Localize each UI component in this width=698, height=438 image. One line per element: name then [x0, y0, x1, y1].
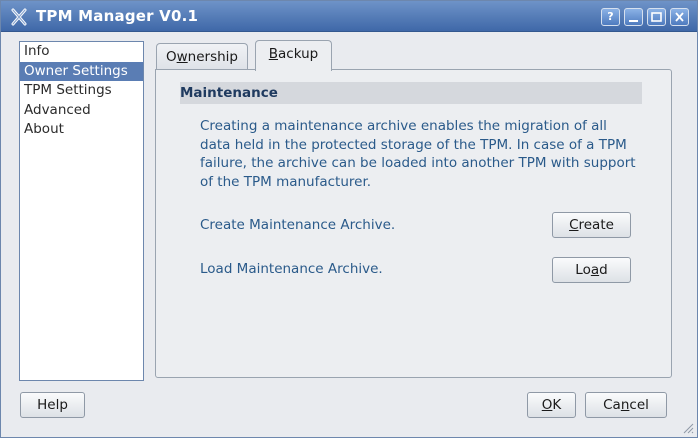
close-icon	[675, 12, 684, 22]
tab-ownership-label-rest: nership	[187, 49, 238, 65]
sidebar-item-about[interactable]: About	[20, 120, 143, 140]
maximize-icon	[651, 12, 662, 22]
cancel-button-label-rest: cel	[629, 397, 649, 413]
cancel-button[interactable]: Cancel	[585, 392, 667, 418]
tab-ownership-label-part: O	[165, 49, 177, 65]
window-title: TPM Manager V0.1	[36, 7, 199, 25]
sidebar-item-owner-settings[interactable]: Owner Settings	[20, 61, 143, 81]
cancel-button-label: Ca	[603, 397, 621, 413]
section-title: Maintenance	[180, 85, 278, 101]
tab-backup-label-rest: ackup	[278, 46, 319, 62]
tab-backup[interactable]: Backup	[255, 40, 332, 71]
load-button-label-rest: d	[599, 262, 608, 278]
sidebar-item-advanced[interactable]: Advanced	[20, 101, 143, 121]
title-bar[interactable]: TPM Manager V0.1 ?	[1, 1, 697, 32]
question-icon: ?	[607, 10, 614, 23]
load-button[interactable]: Load	[552, 257, 631, 283]
minimize-button[interactable]	[624, 8, 643, 26]
create-button-mnemonic: C	[569, 217, 579, 233]
load-button-mnemonic: a	[590, 262, 600, 278]
ok-button-mnemonic: O	[541, 397, 553, 413]
maintenance-section-header: Maintenance	[180, 82, 642, 104]
ok-button[interactable]: OK	[527, 392, 576, 418]
settings-sidebar[interactable]: Info Owner Settings TPM Settings Advance…	[19, 41, 144, 381]
load-button-label: Lo	[575, 262, 591, 278]
help-titlebar-button[interactable]: ?	[601, 8, 620, 26]
tab-ownership-mnemonic: w	[176, 49, 188, 65]
create-button-label: reate	[578, 217, 614, 233]
app-icon	[10, 8, 28, 26]
create-archive-label: Create Maintenance Archive.	[200, 217, 396, 233]
resize-grip-icon[interactable]	[682, 422, 694, 434]
minimize-icon	[629, 20, 638, 22]
help-button[interactable]: Help	[20, 392, 85, 418]
ok-button-label: K	[552, 397, 562, 413]
load-archive-label: Load Maintenance Archive.	[200, 261, 383, 277]
tpm-manager-window: TPM Manager V0.1 ? Info Owner Settings T…	[0, 0, 698, 438]
tab-ownership[interactable]: Ownership	[156, 43, 248, 71]
close-button[interactable]	[670, 8, 689, 26]
maximize-button[interactable]	[647, 8, 666, 26]
backup-panel: Maintenance Creating a maintenance archi…	[155, 69, 672, 378]
maintenance-description: Creating a maintenance archive enables t…	[200, 118, 636, 190]
sidebar-item-info[interactable]: Info	[20, 42, 143, 62]
sidebar-item-tpm-settings[interactable]: TPM Settings	[20, 81, 143, 101]
tab-backup-mnemonic: B	[268, 46, 279, 62]
create-button[interactable]: Create	[552, 212, 631, 238]
